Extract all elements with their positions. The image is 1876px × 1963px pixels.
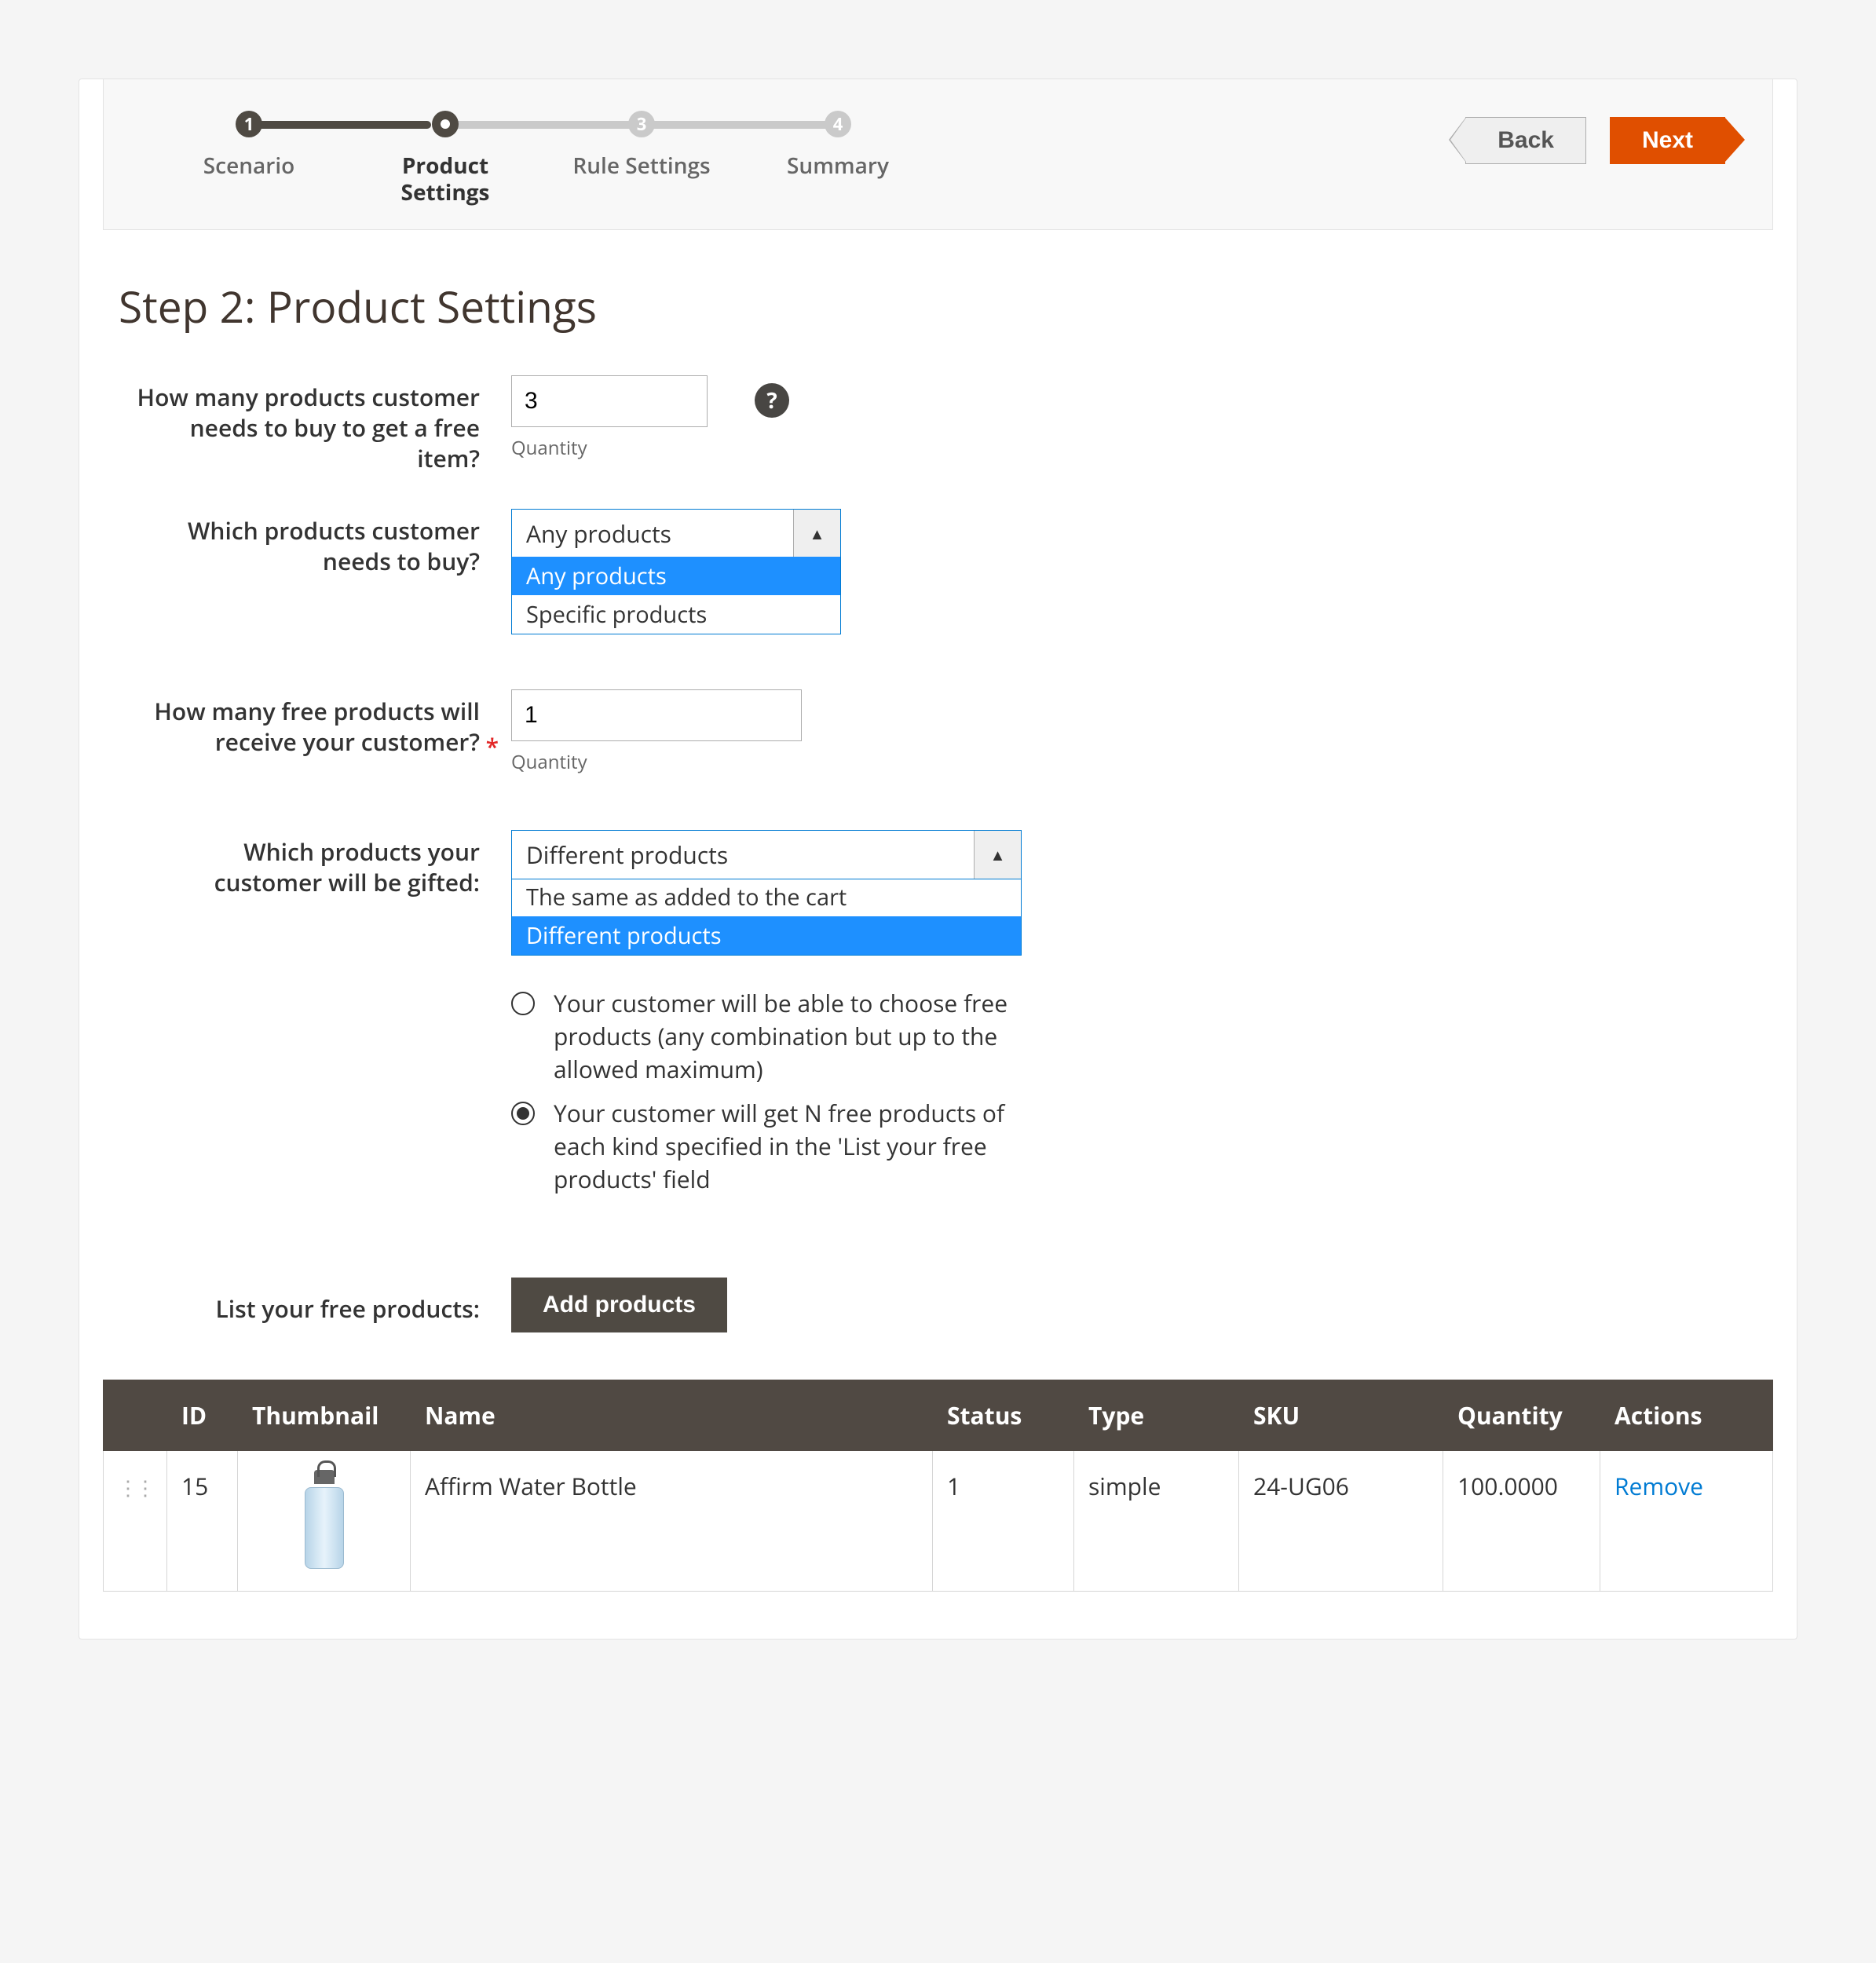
chevron-up-icon: ▲ bbox=[974, 831, 1021, 879]
page-title: Step 2: Product Settings bbox=[119, 277, 1773, 336]
row-gifted-products: Which products your customer will be gif… bbox=[103, 830, 1773, 1207]
back-button[interactable]: Back bbox=[1465, 117, 1586, 164]
cell-type: simple bbox=[1074, 1451, 1239, 1592]
cell-sku: 24-UG06 bbox=[1239, 1451, 1443, 1592]
dropdown-which-products: Any products Specific products bbox=[511, 557, 841, 634]
step-1-label: Scenario bbox=[203, 153, 294, 180]
row-free-quantity: How many free products will receive your… bbox=[103, 689, 1773, 775]
label-gifted-products: Which products your customer will be gif… bbox=[134, 830, 511, 897]
radio-choose-products[interactable]: Your customer will be able to choose fre… bbox=[511, 987, 1022, 1086]
col-actions: Actions bbox=[1600, 1380, 1773, 1451]
step-track: 1 Scenario ProductSettings 3 Rule Settin… bbox=[151, 111, 936, 206]
col-id: ID bbox=[167, 1380, 238, 1451]
selected-gifted: Different products bbox=[512, 831, 974, 879]
step-4-label: Summary bbox=[787, 153, 889, 180]
step-3-label: Rule Settings bbox=[572, 153, 710, 180]
row-list-free-products: List your free products: Add products bbox=[103, 1278, 1773, 1332]
bottle-icon bbox=[301, 1470, 348, 1572]
drag-handle-icon[interactable]: ⋮⋮ bbox=[118, 1473, 152, 1501]
label-list-free-products: List your free products: bbox=[134, 1287, 511, 1324]
step-4-dot: 4 bbox=[825, 111, 851, 137]
col-type: Type bbox=[1074, 1380, 1239, 1451]
table-header: ID Thumbnail Name Status Type SKU Quanti… bbox=[104, 1380, 1773, 1451]
radio-n-free-products[interactable]: Your customer will get N free products o… bbox=[511, 1097, 1022, 1196]
opt-same-as-cart[interactable]: The same as added to the cart bbox=[512, 878, 1021, 916]
wizard-nav: Back Next bbox=[1465, 117, 1725, 164]
step-2-dot bbox=[432, 111, 459, 137]
chevron-up-icon: ▲ bbox=[793, 510, 840, 557]
radio-a-label: Your customer will be able to choose fre… bbox=[554, 987, 1022, 1086]
dropdown-gifted-products: The same as added to the cart Different … bbox=[511, 878, 1022, 956]
col-name: Name bbox=[411, 1380, 933, 1451]
step-1-dot: 1 bbox=[236, 111, 262, 137]
add-products-button[interactable]: Add products bbox=[511, 1278, 727, 1332]
label-which-products: Which products customer needs to buy? bbox=[134, 509, 511, 576]
table-row: ⋮⋮ 15 Affirm Water Bottle 1 simple 24-UG… bbox=[104, 1451, 1773, 1592]
select-gifted-products[interactable]: Different products ▲ bbox=[511, 830, 1022, 879]
wizard-bar: 1 Scenario ProductSettings 3 Rule Settin… bbox=[103, 79, 1773, 230]
radio-b[interactable] bbox=[511, 1102, 535, 1125]
cell-id: 15 bbox=[167, 1451, 238, 1592]
cell-thumbnail bbox=[238, 1451, 411, 1592]
cell-name: Affirm Water Bottle bbox=[411, 1451, 933, 1592]
input-buy-quantity[interactable] bbox=[511, 375, 708, 427]
remove-link[interactable]: Remove bbox=[1615, 1470, 1703, 1502]
next-button[interactable]: Next bbox=[1610, 117, 1725, 164]
select-which-products[interactable]: Any products ▲ bbox=[511, 509, 841, 558]
row-buy-quantity: How many products customer needs to buy … bbox=[103, 375, 1773, 473]
col-status: Status bbox=[933, 1380, 1074, 1451]
cell-quantity: 100.0000 bbox=[1443, 1451, 1600, 1592]
col-quantity: Quantity bbox=[1443, 1380, 1600, 1451]
hint-buy-quantity: Quantity bbox=[511, 435, 708, 461]
radio-b-label: Your customer will get N free products o… bbox=[554, 1097, 1022, 1196]
opt-specific-products[interactable]: Specific products bbox=[512, 595, 840, 634]
help-icon[interactable]: ? bbox=[755, 383, 789, 418]
label-buy-quantity: How many products customer needs to buy … bbox=[134, 375, 511, 473]
cell-status: 1 bbox=[933, 1451, 1074, 1592]
opt-different-products[interactable]: Different products bbox=[512, 916, 1021, 955]
row-which-products: Which products customer needs to buy? An… bbox=[103, 509, 1773, 634]
col-thumbnail: Thumbnail bbox=[238, 1380, 411, 1451]
col-sku: SKU bbox=[1239, 1380, 1443, 1451]
opt-any-products[interactable]: Any products bbox=[512, 557, 840, 595]
label-free-quantity: How many free products will receive your… bbox=[134, 689, 511, 757]
page-container: 1 Scenario ProductSettings 3 Rule Settin… bbox=[79, 79, 1797, 1639]
step-2-label: ProductSettings bbox=[401, 153, 490, 206]
step-3-dot: 3 bbox=[628, 111, 655, 137]
radio-a[interactable] bbox=[511, 992, 535, 1015]
hint-free-quantity: Quantity bbox=[511, 749, 802, 775]
input-free-quantity[interactable] bbox=[511, 689, 802, 741]
col-drag bbox=[104, 1380, 167, 1451]
selected-which-products: Any products bbox=[512, 510, 793, 557]
free-products-table: ID Thumbnail Name Status Type SKU Quanti… bbox=[103, 1380, 1773, 1592]
